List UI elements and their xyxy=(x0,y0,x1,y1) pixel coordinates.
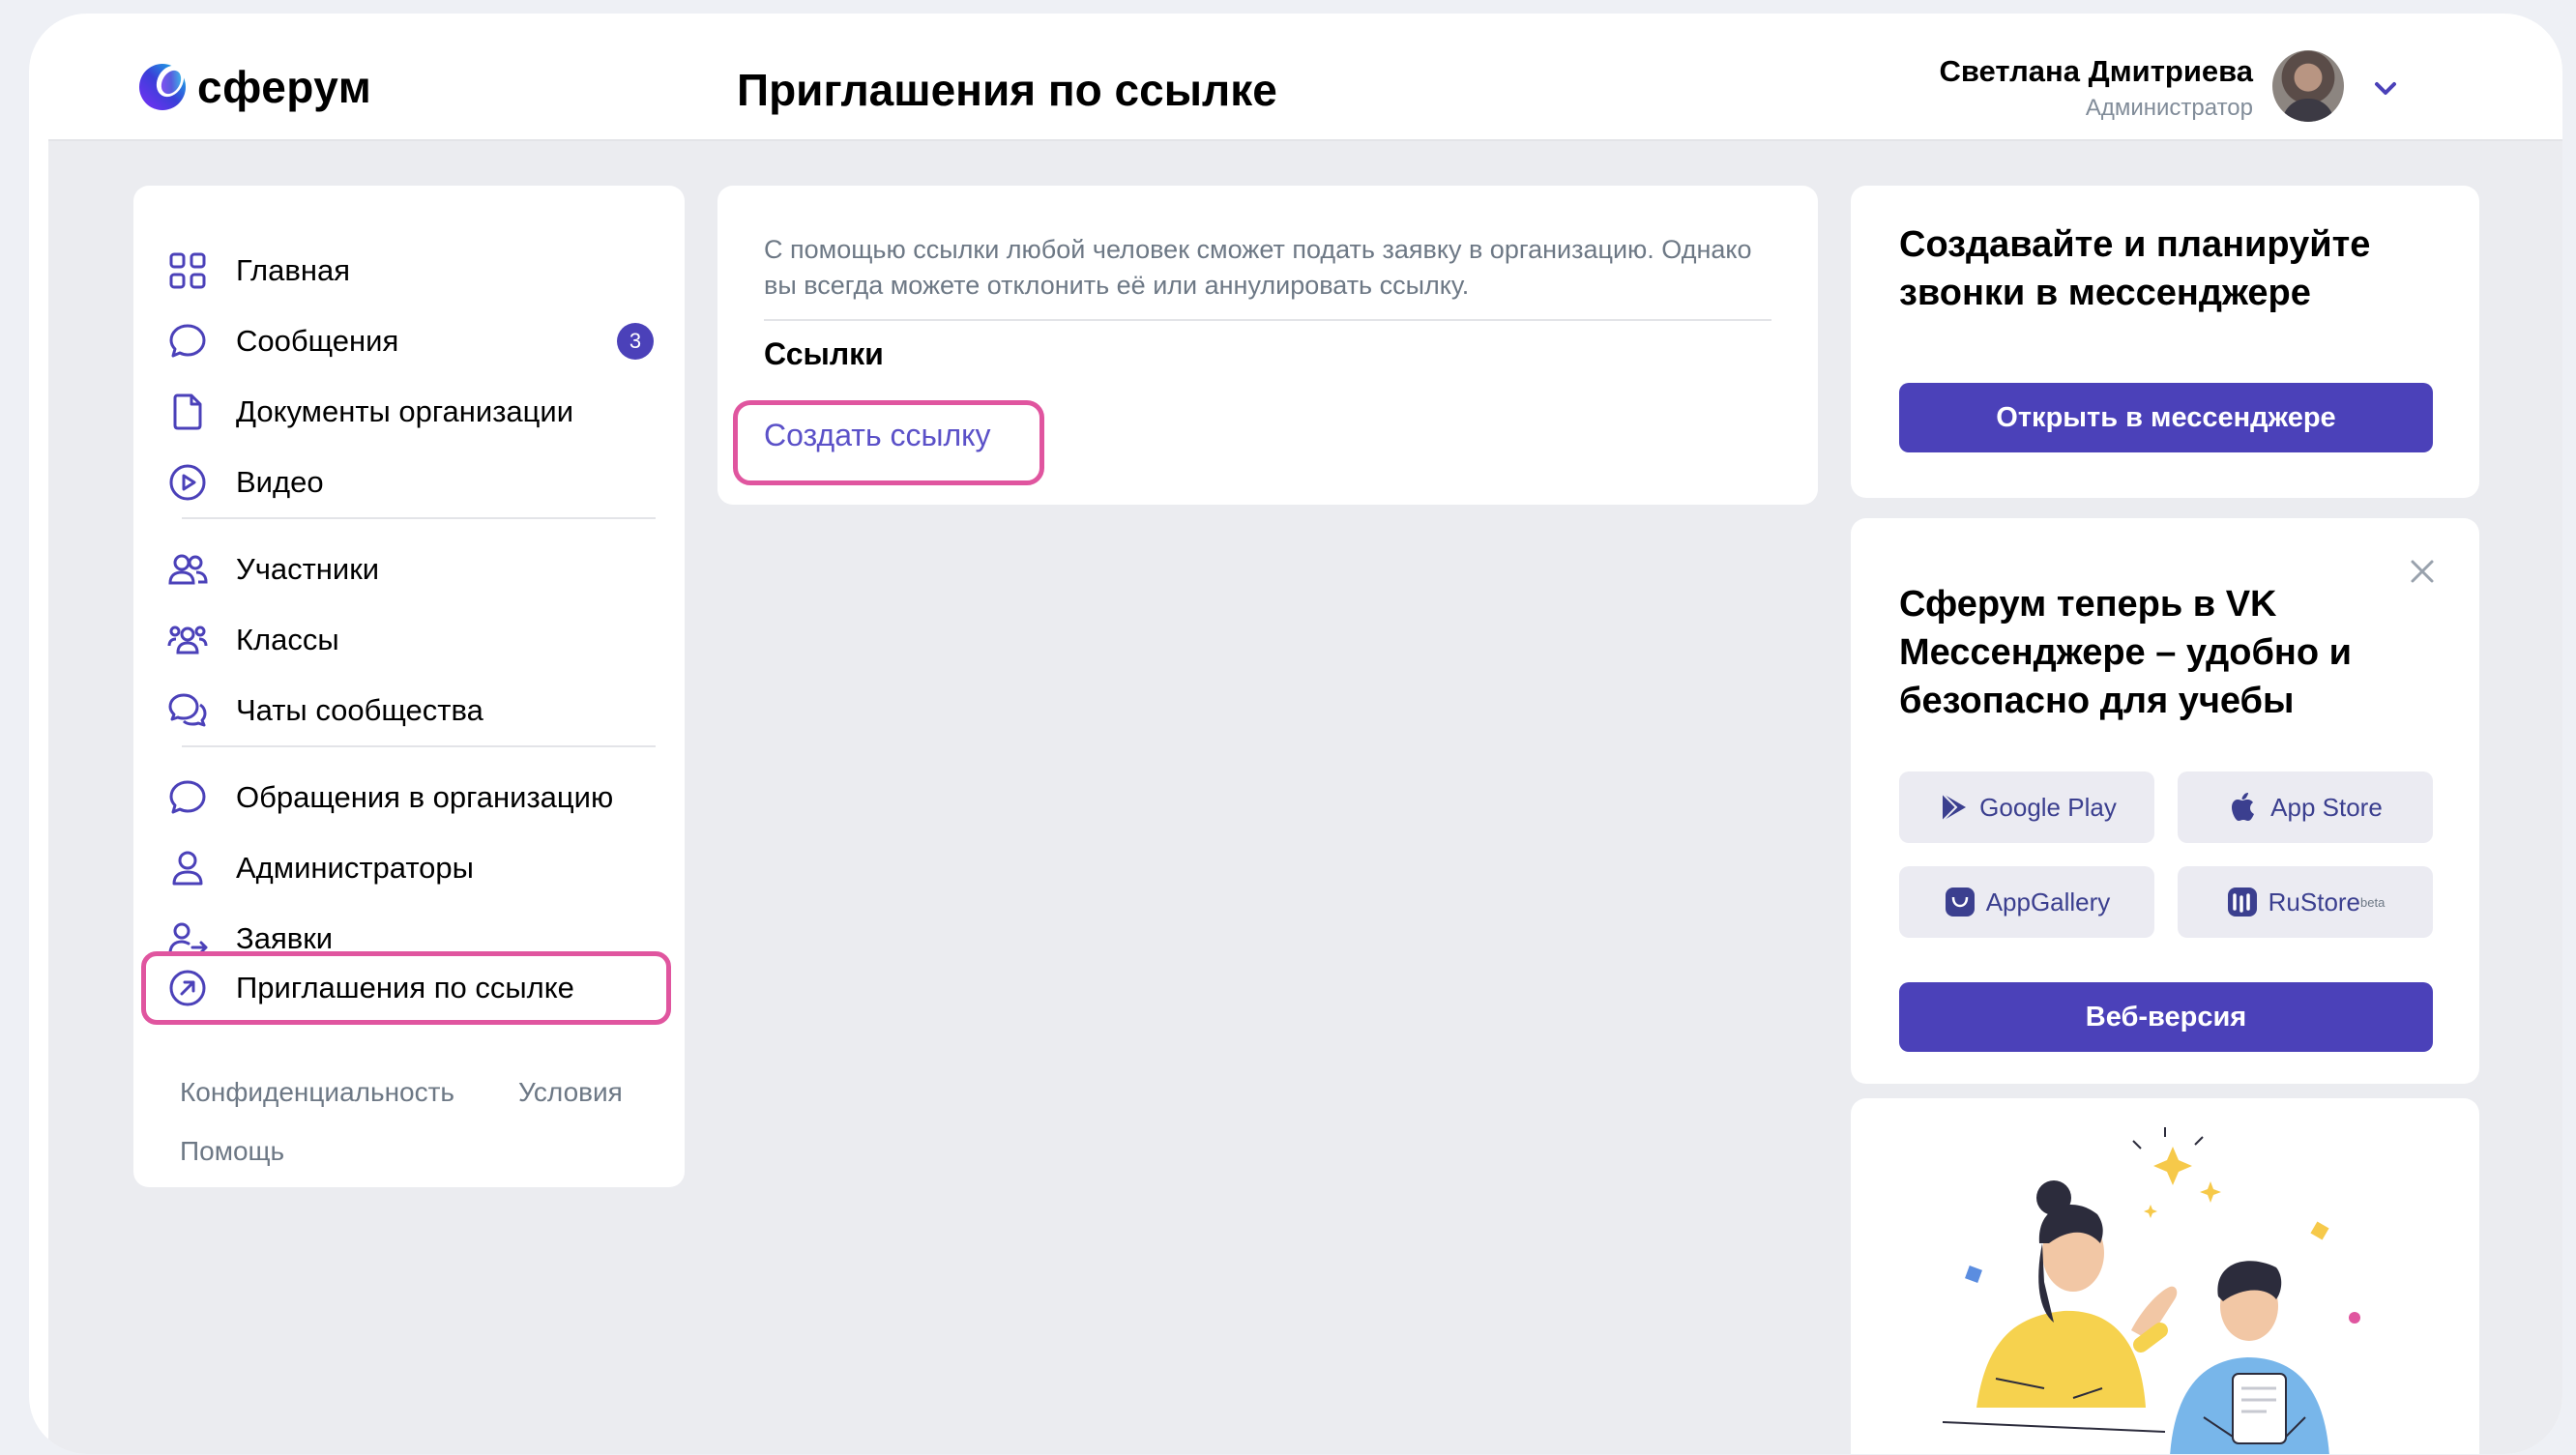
appgallery-label: AppGallery xyxy=(1985,887,2111,917)
rustore-beta-label: beta xyxy=(2360,894,2386,910)
avatar[interactable] xyxy=(2272,50,2344,122)
users-icon xyxy=(166,548,209,591)
messenger-promo-title: Сферум теперь в VK Мессенджере – удобно … xyxy=(1899,584,2353,721)
sidebar-item-label: Обращения в организацию xyxy=(236,780,614,814)
rustore-icon xyxy=(2227,888,2257,917)
message-icon xyxy=(166,776,209,819)
apple-icon xyxy=(2232,793,2255,821)
sidebar-divider xyxy=(182,745,656,747)
sidebar-item-label: Приглашения по ссылке xyxy=(236,971,574,1004)
logo-text: сферум xyxy=(197,62,372,112)
sidebar-item-appeals[interactable]: Обращения в организацию xyxy=(133,766,685,829)
section-divider xyxy=(764,319,1771,321)
chat-icon xyxy=(166,320,209,363)
top-header: сферум Приглашения по ссылке Светлана Дм… xyxy=(48,31,2562,141)
sidebar-item-video[interactable]: Видео xyxy=(133,451,685,514)
grid-icon xyxy=(166,249,209,292)
sidebar-item-label: Администраторы xyxy=(236,851,474,885)
web-version-button[interactable]: Веб-версия xyxy=(1899,982,2433,1052)
links-section-title: Ссылки xyxy=(764,336,884,371)
sidebar-item-label: Сообщения xyxy=(236,324,399,358)
app-screen: сферум Приглашения по ссылке Светлана Дм… xyxy=(48,31,2562,1454)
app-store-label: App Store xyxy=(2270,792,2383,822)
people-illustration xyxy=(1942,1127,2360,1454)
google-play-button[interactable]: Google Play xyxy=(1899,771,2154,843)
user-name[interactable]: Светлана Дмитриева xyxy=(1939,54,2253,89)
google-play-label: Google Play xyxy=(1979,792,2117,822)
terms-link[interactable]: Условия xyxy=(518,1077,623,1108)
rustore-button[interactable]: RuStore beta xyxy=(2178,866,2433,938)
sidebar-item-home[interactable]: Главная xyxy=(133,239,685,303)
rustore-label: RuStore xyxy=(2268,887,2361,917)
sidebar-item-label: Документы организации xyxy=(236,394,574,428)
sidebar-item-documents[interactable]: Документы организации xyxy=(133,380,685,444)
create-link-button[interactable]: Создать ссылку xyxy=(764,418,991,453)
description-text: С помощью ссылки любой человек сможет по… xyxy=(764,235,1752,300)
sidebar-item-label: Чаты сообщества xyxy=(236,693,483,727)
document-icon xyxy=(166,391,209,433)
app-store-button[interactable]: App Store xyxy=(2178,771,2433,843)
sidebar-item-label: Классы xyxy=(236,623,339,656)
sidebar: Главная Сообщения 3 Документы организаци… xyxy=(133,186,685,1187)
calls-promo-card: Создавайте и планируйте звонки в мессенд… xyxy=(1851,186,2479,498)
appgallery-button[interactable]: AppGallery xyxy=(1899,866,2154,938)
sidebar-item-admins[interactable]: Администраторы xyxy=(133,836,685,900)
sidebar-item-messages[interactable]: Сообщения 3 xyxy=(133,309,685,373)
sferum-logo-icon xyxy=(139,64,186,110)
sidebar-item-label: Участники xyxy=(236,552,380,586)
invite-links-panel: С помощью ссылки любой человек сможет по… xyxy=(717,186,1818,505)
sidebar-item-classes[interactable]: Классы xyxy=(133,608,685,672)
chevron-down-icon[interactable] xyxy=(2369,72,2402,104)
user-role: Администратор xyxy=(2085,95,2253,121)
appgallery-icon xyxy=(1945,888,1975,917)
sidebar-item-community-chats[interactable]: Чаты сообщества xyxy=(133,679,685,742)
logo[interactable]: сферум xyxy=(137,60,371,114)
chats-icon xyxy=(166,689,209,732)
play-icon xyxy=(166,461,209,504)
sidebar-item-members[interactable]: Участники xyxy=(133,538,685,601)
sidebar-item-label: Видео xyxy=(236,465,324,499)
help-link[interactable]: Помощь xyxy=(180,1136,284,1167)
groups-icon xyxy=(166,619,209,661)
messenger-promo-card: Сферум теперь в VK Мессенджере – удобно … xyxy=(1851,518,2479,1084)
sidebar-item-invite-links[interactable]: Приглашения по ссылке xyxy=(133,956,685,1020)
page-title: Приглашения по ссылке xyxy=(737,65,1277,115)
device-frame: сферум Приглашения по ссылке Светлана Дм… xyxy=(29,14,2562,1454)
calls-promo-title: Создавайте и планируйте звонки в мессенд… xyxy=(1899,224,2371,313)
person-icon xyxy=(166,847,209,889)
illustration-card xyxy=(1851,1098,2479,1454)
arrow-circle-icon xyxy=(166,967,209,1009)
google-play-icon xyxy=(1942,793,1967,822)
unread-badge: 3 xyxy=(617,323,654,360)
open-messenger-button[interactable]: Открыть в мессенджере xyxy=(1899,383,2433,452)
sidebar-divider xyxy=(182,517,656,519)
privacy-link[interactable]: Конфиденциальность xyxy=(180,1077,454,1108)
sidebar-item-label: Главная xyxy=(236,253,350,287)
